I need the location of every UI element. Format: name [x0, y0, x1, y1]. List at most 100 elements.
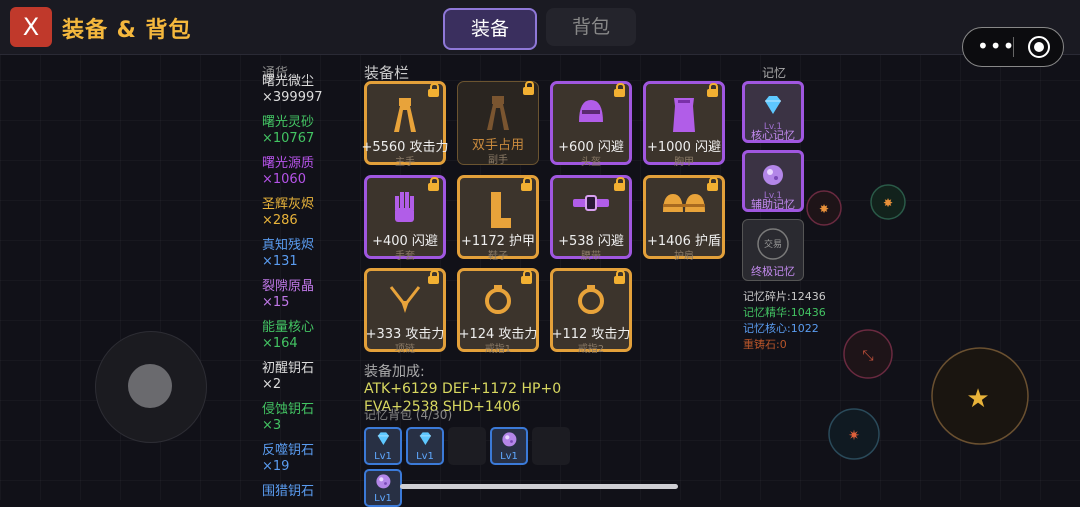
- equipment-slot[interactable]: +1406 护盾 护肩: [643, 175, 725, 262]
- cell-level: Lv1: [374, 493, 392, 504]
- chest-armor-icon: [669, 96, 699, 140]
- cell-level: Lv1: [500, 451, 518, 462]
- equipment-slot[interactable]: +400 闪避 手套: [364, 175, 446, 262]
- equipment-slot[interactable]: +1000 闪避 胸甲: [643, 81, 725, 168]
- currency-qty: ×286: [262, 213, 298, 228]
- diamond-icon: [375, 431, 392, 449]
- lock-icon: [707, 177, 718, 191]
- memory-bag-title: 记忆背包 (4/30): [364, 408, 453, 422]
- currency-item: 曙光微尘 ×399997: [262, 74, 323, 106]
- currency-qty: ×164: [262, 336, 298, 351]
- equipment-slot[interactable]: +333 攻击力 项链: [364, 268, 446, 355]
- memory-bag-cell[interactable]: Lv1: [490, 427, 528, 465]
- currency-qty: ×19: [262, 459, 290, 474]
- currency-qty: ×399997: [262, 90, 323, 105]
- memory-bag-cell[interactable]: [448, 427, 486, 465]
- tab-bag[interactable]: 背包: [546, 8, 636, 46]
- top-bar: X 装备 & 背包 装备 背包: [0, 0, 1080, 55]
- skill-button-1[interactable]: ✸: [806, 190, 842, 226]
- memory-stat: 重铸石:0: [743, 338, 787, 351]
- shoulder-icon: [661, 190, 707, 220]
- memory-label: 核心记忆: [751, 129, 795, 142]
- trade-text: 交易: [763, 240, 782, 250]
- skill-button-2[interactable]: ✸: [870, 184, 906, 220]
- joystick-knob[interactable]: [128, 364, 172, 408]
- memory-bag-cell[interactable]: Lv1: [364, 427, 402, 465]
- currency-name: 反噬钥石: [262, 443, 315, 458]
- helmet-icon: [576, 96, 606, 132]
- memory-bag-cell[interactable]: Lv1: [406, 427, 444, 465]
- lock-icon: [428, 270, 439, 284]
- currency-name: 能量核心: [262, 320, 315, 335]
- mini-program-capsule: •••: [962, 27, 1064, 67]
- equipment-slot[interactable]: +538 闪避 腰带: [550, 175, 632, 262]
- equipment-slot[interactable]: +112 攻击力 戒指2: [550, 268, 632, 355]
- memory-title: 记忆: [762, 66, 787, 80]
- currency-item: 真知残烬 ×131: [262, 238, 314, 270]
- diamond-icon: [417, 431, 434, 449]
- currency-name: 曙光微尘: [262, 74, 315, 89]
- belt-icon: [571, 190, 611, 220]
- memory-slot[interactable]: Lv.1 辅助记忆: [742, 150, 804, 212]
- main-attack-button[interactable]: ★: [931, 347, 1029, 445]
- lock-icon: [521, 270, 532, 284]
- lock-icon: [428, 177, 439, 191]
- currency-item: 围猎钥石: [262, 484, 314, 500]
- slot-label: 鞋子: [488, 251, 508, 262]
- orb-icon: [761, 163, 785, 191]
- ring-icon: [576, 283, 606, 321]
- slot-label: 副手: [488, 155, 508, 166]
- memory-bag-cell[interactable]: [532, 427, 570, 465]
- slot-label: 护肩: [674, 251, 694, 262]
- lock-icon: [614, 83, 625, 97]
- equipment-slot[interactable]: +124 攻击力 戒指1: [457, 268, 539, 355]
- equipment-slot[interactable]: +1172 护甲 鞋子: [457, 175, 539, 262]
- equipment-slot[interactable]: 双手占用 副手: [457, 81, 539, 166]
- offhand-icon: [483, 94, 513, 136]
- scrollbar[interactable]: [400, 484, 678, 489]
- equipment-slot[interactable]: +5560 攻击力 主手: [361, 81, 449, 168]
- svg-text:✸: ✸: [883, 196, 893, 210]
- currency-qty: ×2: [262, 377, 282, 392]
- more-menu-icon[interactable]: •••: [977, 28, 1017, 64]
- slot-label: 腰带: [581, 251, 601, 262]
- orb-icon: [501, 431, 518, 451]
- currency-name: 曙光灵砂: [262, 115, 315, 130]
- svg-text:✷: ✷: [848, 428, 860, 444]
- equipment-title: 装备栏: [364, 64, 410, 82]
- currency-name: 围猎钥石: [262, 484, 315, 499]
- memory-slot[interactable]: Lv.1 核心记忆: [742, 81, 804, 143]
- skill-button-3[interactable]: ⤡: [843, 329, 893, 379]
- svg-text:⤡: ⤡: [862, 348, 873, 364]
- currency-item: 反噬钥石 ×19: [262, 443, 314, 475]
- bonus-line-1: ATK+6129 DEF+1172 HP+0: [364, 381, 562, 397]
- skill-button-4[interactable]: ✷: [828, 408, 880, 460]
- memory-bag-cell[interactable]: Lv1: [364, 469, 402, 507]
- close-target-icon[interactable]: [1028, 36, 1050, 58]
- orb-icon: [375, 473, 392, 493]
- sword-icon: [390, 96, 420, 138]
- slot-label: 主手: [395, 157, 415, 168]
- tab-equip[interactable]: 装备: [443, 8, 537, 50]
- slot-label: 戒指2: [577, 344, 605, 355]
- ring-icon: [483, 283, 513, 321]
- slot-label: 项链: [395, 344, 415, 355]
- currency-name: 裂隙原晶: [262, 279, 315, 294]
- equipment-slot[interactable]: +600 闪避 头盔: [550, 81, 632, 168]
- lock-icon: [523, 81, 534, 95]
- currency-name: 曙光源质: [262, 156, 315, 171]
- slot-label: 戒指1: [484, 344, 512, 355]
- memory-slot[interactable]: 交易 终极记忆: [742, 219, 804, 281]
- currency-qty: ×15: [262, 295, 290, 310]
- close-button[interactable]: X: [10, 7, 52, 47]
- lock-icon: [614, 270, 625, 284]
- lock-icon: [614, 177, 625, 191]
- slot-label: 手套: [395, 251, 415, 262]
- lock-icon: [521, 177, 532, 191]
- cell-level: Lv1: [374, 451, 392, 462]
- memory-label: 终极记忆: [751, 265, 795, 278]
- currency-qty: ×1060: [262, 172, 306, 187]
- currency-name: 侵蚀钥石: [262, 402, 315, 417]
- glove-icon: [391, 190, 419, 230]
- memory-label: 辅助记忆: [751, 198, 795, 211]
